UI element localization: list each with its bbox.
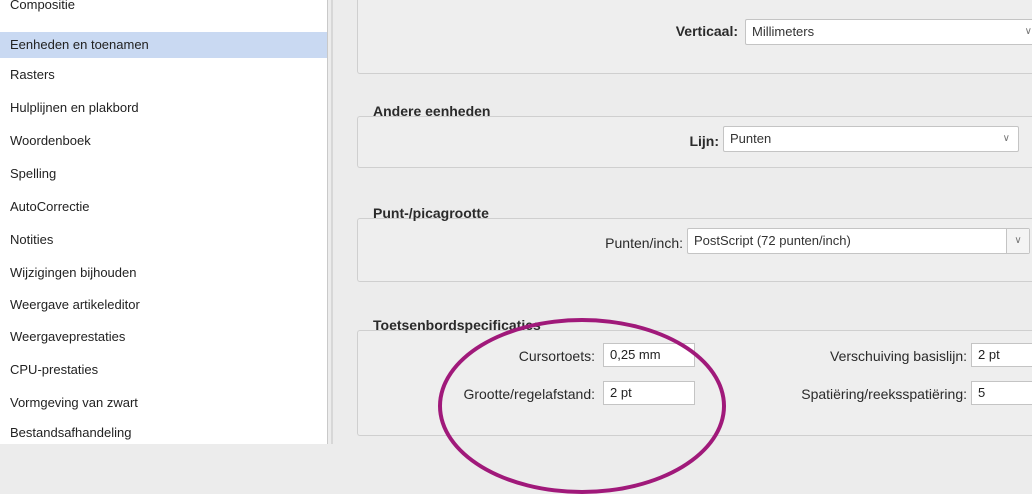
other-units-title: Andere eenheden bbox=[373, 103, 491, 119]
sidebar-item-wijzigingen-bijhouden[interactable]: Wijzigingen bijhouden bbox=[0, 260, 327, 286]
sidebar-item-autocorrectie[interactable]: AutoCorrectie bbox=[0, 194, 327, 220]
point-size-title: Punt-/picagrootte bbox=[373, 205, 489, 221]
vertical-units-select[interactable]: Millimeters ∨ bbox=[745, 19, 1032, 45]
points-per-inch-select[interactable]: PostScript (72 punten/inch) ∨ bbox=[687, 228, 1030, 254]
tracking-input[interactable]: 5 bbox=[971, 381, 1032, 405]
sidebar-item-weergaveprestaties[interactable]: Weergaveprestaties bbox=[0, 324, 327, 350]
line-label: Lijn: bbox=[689, 133, 719, 149]
points-per-inch-label: Punten/inch: bbox=[605, 235, 683, 251]
line-units-value: Punten bbox=[730, 131, 772, 146]
size-leading-input[interactable]: 2 pt bbox=[603, 381, 695, 405]
sidebar-item-vormgeving-van-zwart[interactable]: Vormgeving van zwart bbox=[0, 390, 327, 416]
chevron-down-icon: ∨ bbox=[1006, 229, 1029, 253]
points-per-inch-value: PostScript (72 punten/inch) bbox=[694, 233, 851, 248]
vertical-label: Verticaal: bbox=[675, 23, 738, 39]
cursor-key-input[interactable]: 0,25 mm bbox=[603, 343, 695, 367]
sidebar-item-weergave-artikeleditor[interactable]: Weergave artikeleditor bbox=[0, 292, 327, 318]
keyboard-title: Toetsenbordspecificaties bbox=[373, 317, 541, 333]
chevron-down-icon: ∨ bbox=[1024, 26, 1032, 37]
sidebar-item-notities[interactable]: Notities bbox=[0, 227, 327, 253]
sidebar-item-cpu-prestaties[interactable]: CPU-prestaties bbox=[0, 357, 327, 383]
tracking-label: Spatiëring/reeksspatiëring: bbox=[801, 386, 967, 402]
sidebar-item-eenheden-en-toenamen[interactable]: Eenheden en toenamen bbox=[0, 32, 327, 58]
baseline-shift-label: Verschuiving basislijn: bbox=[830, 348, 967, 364]
sidebar-item-spelling[interactable]: Spelling bbox=[0, 161, 327, 187]
sidebar-item-woordenboek[interactable]: Woordenboek bbox=[0, 128, 327, 154]
sidebar-item-rasters[interactable]: Rasters bbox=[0, 62, 327, 88]
preferences-panel: Verticaal: Millimeters ∨ Andere eenheden… bbox=[335, 0, 1032, 444]
sidebar-item-bestandsafhandeling[interactable]: Bestandsafhandeling bbox=[0, 420, 327, 444]
sidebar-item-compositie[interactable]: Compositie bbox=[0, 0, 327, 18]
vertical-units-value: Millimeters bbox=[752, 24, 815, 39]
baseline-shift-input[interactable]: 2 pt bbox=[971, 343, 1032, 367]
sidebar-item-hulplijnen-en-plakbord[interactable]: Hulplijnen en plakbord bbox=[0, 95, 327, 121]
size-leading-label: Grootte/regelafstand: bbox=[463, 386, 595, 402]
ruler-units-group: Verticaal: Millimeters ∨ bbox=[357, 0, 1032, 74]
sidebar-divider bbox=[331, 0, 333, 444]
preferences-sidebar: Compositie Eenheden en toenamen Rasters … bbox=[0, 0, 328, 444]
cursor-key-label: Cursortoets: bbox=[518, 348, 595, 364]
line-units-select[interactable]: Punten ∨ bbox=[723, 126, 1019, 152]
chevron-down-icon: ∨ bbox=[1002, 133, 1010, 144]
